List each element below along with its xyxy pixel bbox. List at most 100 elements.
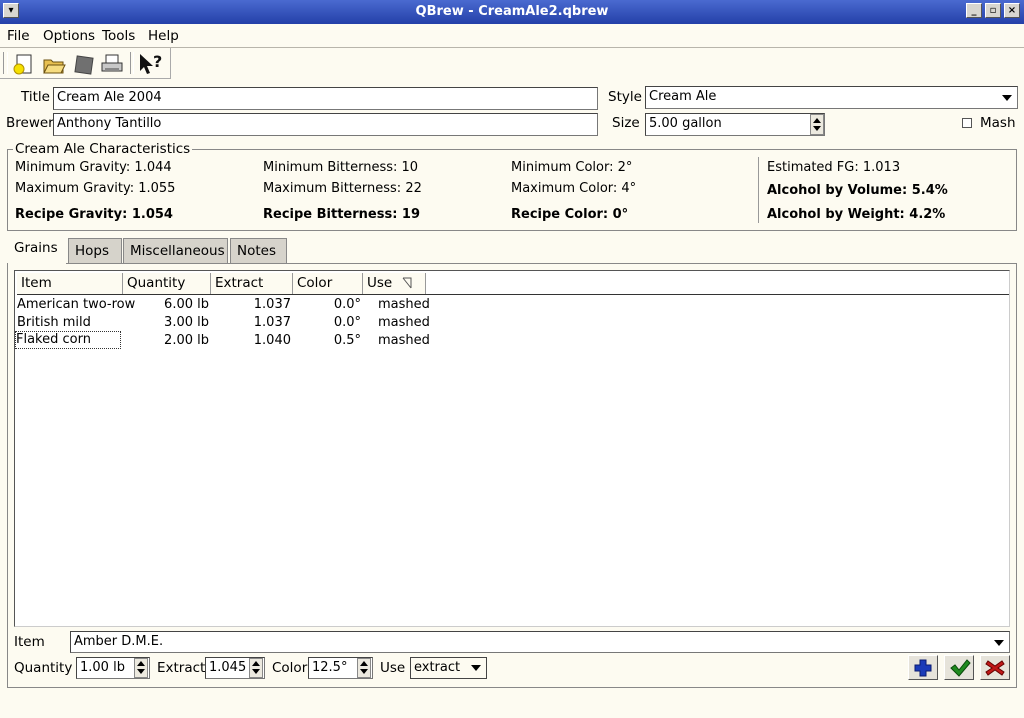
row-quantity: 3.00 lb [164,315,209,330]
max-bitterness: Maximum Bitterness: 22 [263,181,422,196]
window-titlebar[interactable]: QBrew - CreamAle2.qbrew ▾ _ ▫ × [0,0,1024,24]
row-item: British mild [17,315,91,330]
tab-hops-label: Hops [75,243,110,259]
extract-value: 1.045 [209,660,247,675]
close-window-button[interactable]: × [1004,3,1020,18]
title-label: Title [21,89,50,105]
quantity-label: Quantity [14,660,73,676]
brewer-input[interactable]: Anthony Tantillo [53,113,598,136]
style-value: Cream Ale [649,89,717,104]
chevron-down-icon [1002,95,1012,101]
item-value: Amber D.M.E. [74,634,164,649]
apply-icon [950,659,971,677]
min-gravity: Minimum Gravity: 1.044 [15,160,172,175]
chevron-down-icon [471,665,481,671]
tab-notes-label: Notes [237,243,276,259]
row-use: mashed [378,315,430,330]
mash-label: Mash [980,115,1016,131]
column-header-extract[interactable]: Extract [211,273,293,294]
svg-text:?: ? [153,52,162,71]
item-label: Item [14,634,45,650]
size-label: Size [612,115,640,131]
color-stepper[interactable] [357,658,371,678]
menu-options[interactable]: Options [43,28,95,44]
row-use: mashed [378,297,430,312]
column-header-use[interactable]: Use [363,273,426,294]
row-color: 0.0° [333,297,361,312]
add-button[interactable] [908,655,938,680]
column-header-item[interactable]: Item [17,273,123,294]
extract-stepper[interactable] [249,658,263,678]
window-menu-button[interactable]: ▾ [3,3,19,18]
row-quantity: 2.00 lb [164,333,209,348]
grains-list[interactable]: Item Quantity Extract Color Use American… [14,270,1010,627]
color-label: Color [272,660,308,676]
spin-arrows-icon [137,661,145,674]
tab-notes[interactable]: Notes [230,238,287,263]
tab-hops[interactable]: Hops [68,238,122,263]
recipe-gravity: Recipe Gravity: 1.054 [15,207,173,222]
toolbar: ? [0,48,171,79]
menu-tools[interactable]: Tools [102,28,135,44]
use-value: extract [414,660,461,675]
estimated-fg: Estimated FG: 1.013 [767,160,901,175]
row-color: 0.0° [333,315,361,330]
remove-button[interactable] [980,655,1010,680]
style-select[interactable]: Cream Ale [645,86,1018,109]
spin-arrows-icon [360,661,368,674]
alcohol-by-weight: Alcohol by Weight: 4.2% [767,207,946,222]
row-quantity: 6.00 lb [164,297,209,312]
extract-label: Extract [157,660,206,676]
column-header-color[interactable]: Color [293,273,363,294]
color-value: 12.5° [312,660,348,675]
chevron-down-icon [994,640,1004,646]
save-disk-icon[interactable] [72,52,96,76]
maximize-button[interactable]: ▫ [985,3,1001,18]
brewer-label: Brewer [6,115,54,131]
quantity-stepper[interactable] [134,658,148,678]
header-underline [17,294,1009,295]
size-value: 5.00 gallon [649,116,722,131]
characteristics-divider [758,157,759,223]
item-combobox[interactable]: Amber D.M.E. [70,631,1010,653]
row-item-focused: Flaked corn [15,331,121,349]
recipe-bitterness: Recipe Bitterness: 19 [263,207,421,222]
max-gravity: Maximum Gravity: 1.055 [15,181,176,196]
window-title: QBrew - CreamAle2.qbrew [415,4,609,19]
menu-file[interactable]: File [7,28,30,44]
size-spinbox[interactable]: 5.00 gallon [645,113,825,136]
recipe-color: Recipe Color: 0° [511,207,629,222]
row-extract: 1.040 [253,333,291,348]
apply-button[interactable] [944,655,974,680]
tab-miscellaneous-label: Miscellaneous [130,243,225,259]
row-extract: 1.037 [253,315,291,330]
row-item: American two-row [17,297,136,312]
quantity-value: 1.00 lb [80,660,125,675]
toolbar-separator [130,52,134,74]
spin-arrows-icon [813,118,821,131]
title-input[interactable]: Cream Ale 2004 [53,87,598,110]
alcohol-by-volume: Alcohol by Volume: 5.4% [767,183,948,198]
max-color: Maximum Color: 4° [511,181,637,196]
row-extract: 1.037 [253,297,291,312]
whats-this-help-icon[interactable]: ? [138,52,162,76]
characteristics-title: Cream Ale Characteristics [13,141,193,157]
column-header-quantity[interactable]: Quantity [123,273,211,294]
add-icon [914,659,932,677]
menubar: File Options Tools Help [0,24,1024,47]
use-select[interactable]: extract [410,657,487,679]
new-file-icon[interactable] [12,52,36,76]
use-label: Use [380,660,406,676]
tab-grains-label: Grains [14,240,58,256]
minimize-button[interactable]: _ [966,3,982,18]
toolbar-handle[interactable] [3,52,8,74]
size-stepper[interactable] [810,114,824,135]
mash-checkbox[interactable] [962,118,972,128]
print-icon[interactable] [100,52,124,76]
tab-grains[interactable]: Grains [8,236,66,264]
row-use: mashed [378,333,430,348]
menu-help[interactable]: Help [148,28,179,44]
row-color: 0.5° [333,333,361,348]
open-folder-icon[interactable] [42,52,66,76]
tab-miscellaneous[interactable]: Miscellaneous [123,238,228,263]
